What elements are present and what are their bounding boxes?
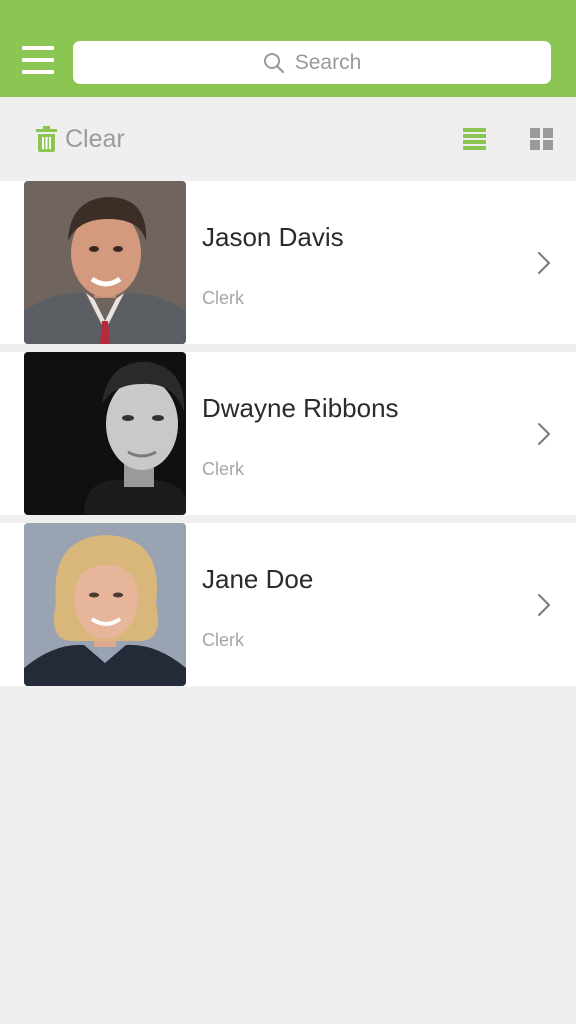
person-name: Jason Davis xyxy=(202,222,344,252)
avatar xyxy=(24,181,186,344)
chevron-right-icon xyxy=(538,423,550,445)
chevron-right-icon xyxy=(538,252,550,274)
person-role: Clerk xyxy=(202,288,245,308)
grid-view-button[interactable] xyxy=(530,128,553,150)
list-item[interactable]: Jason Davis Clerk xyxy=(0,181,576,344)
person-name: Jane Doe xyxy=(202,564,314,594)
avatar xyxy=(24,523,186,686)
list-view-icon xyxy=(463,128,486,150)
trash-icon xyxy=(36,126,57,152)
person-name: Dwayne Ribbons xyxy=(202,393,399,423)
menu-icon[interactable] xyxy=(22,46,54,76)
search-input[interactable]: Search xyxy=(73,41,551,84)
clear-button[interactable]: Clear xyxy=(36,124,125,154)
person-role: Clerk xyxy=(202,630,245,650)
list-item[interactable]: Dwayne Ribbons Clerk xyxy=(0,352,576,515)
grid-view-icon xyxy=(530,128,553,150)
search-placeholder: Search xyxy=(294,50,362,74)
search-icon xyxy=(263,52,284,73)
clear-label: Clear xyxy=(65,124,125,153)
list-view-button[interactable] xyxy=(463,128,486,150)
chevron-right-icon xyxy=(538,594,550,616)
person-role: Clerk xyxy=(202,459,245,479)
app-header: Search xyxy=(0,0,576,97)
avatar xyxy=(24,352,186,515)
list-item[interactable]: Jane Doe Clerk xyxy=(0,523,576,686)
